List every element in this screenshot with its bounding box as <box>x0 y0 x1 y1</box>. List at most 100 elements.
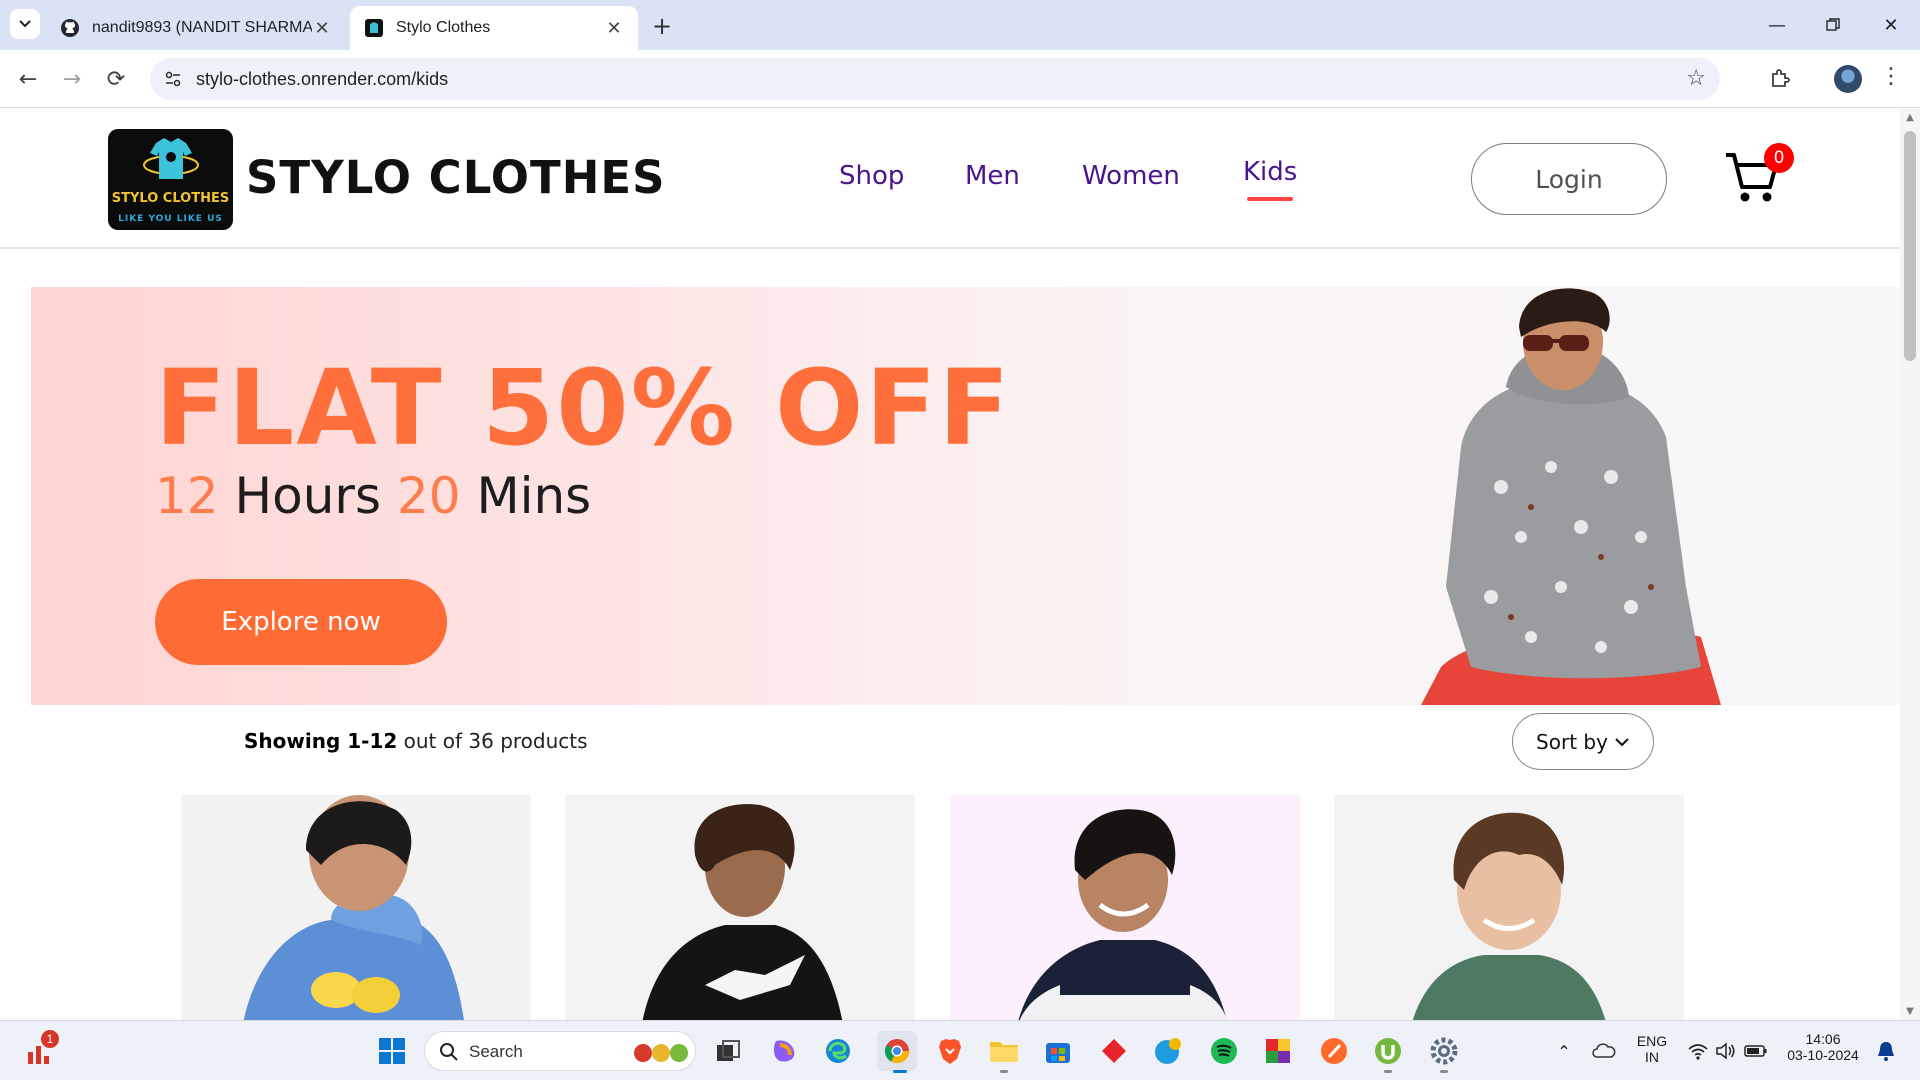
browser-menu-icon[interactable]: ⋮ <box>1880 64 1902 89</box>
product-card[interactable] <box>565 795 915 1020</box>
app-orange-icon[interactable] <box>1318 1035 1350 1067</box>
site-info-icon[interactable] <box>162 68 184 90</box>
sort-by-label: Sort by <box>1536 729 1608 754</box>
search-icon <box>440 1043 458 1061</box>
input-language[interactable]: ENG IN <box>1632 1033 1672 1065</box>
scrollbar-thumb[interactable] <box>1904 131 1916 361</box>
profile-avatar[interactable] <box>1834 65 1862 93</box>
logo-text: STYLO CLOTHES <box>111 191 230 206</box>
taskbar-search[interactable]: Search <box>424 1031 696 1071</box>
forward-icon[interactable]: → <box>56 63 88 95</box>
onedrive-icon[interactable] <box>1588 1035 1620 1067</box>
close-icon[interactable]: ✕ <box>604 18 624 38</box>
bookmark-star-icon[interactable]: ☆ <box>1686 66 1706 91</box>
windows-taskbar: 1 Search ⌃ ENG IN 14:06 03-10-2024 <box>0 1020 1920 1080</box>
hero-kid-model-image <box>1421 288 1721 705</box>
nav-link-kids[interactable]: Kids <box>1243 157 1297 201</box>
product-image-kid-blue-hoodie <box>243 795 464 1020</box>
tab-github[interactable]: nandit9893 (NANDIT SHARMA) ✕ <box>46 6 346 50</box>
hero-title: FLAT 50% OFF <box>155 347 1012 469</box>
login-button[interactable]: Login <box>1471 143 1667 215</box>
utorrent-running-indicator <box>1384 1070 1392 1073</box>
product-card[interactable] <box>950 795 1300 1020</box>
product-image-kid-navy-white-hoodie <box>1018 809 1228 1020</box>
clock-time: 14:06 <box>1805 1031 1841 1047</box>
product-image-kid-green-sweatshirt <box>1412 812 1606 1020</box>
new-tab-button[interactable]: + <box>648 12 676 40</box>
countdown-mins-label: Mins <box>476 467 592 525</box>
product-card[interactable] <box>181 795 531 1020</box>
github-icon <box>60 18 80 38</box>
explore-now-button[interactable]: Explore now <box>155 579 447 665</box>
countdown-hours-label: Hours <box>234 467 382 525</box>
volume-icon[interactable] <box>1710 1035 1742 1067</box>
settings-running-indicator <box>1440 1070 1448 1073</box>
settings-gear-icon[interactable] <box>1428 1035 1460 1067</box>
logo-tagline: LIKE YOU LIKE US <box>118 214 223 224</box>
reload-icon[interactable]: ⟳ <box>100 63 132 95</box>
site-header: STYLO CLOTHES LIKE YOU LIKE US STYLO CLO… <box>0 109 1900 249</box>
countdown-hours: 12 <box>155 467 219 525</box>
close-icon[interactable]: ✕ <box>312 18 332 38</box>
nav-link-women[interactable]: Women <box>1082 161 1180 191</box>
tab-search-button[interactable] <box>10 9 40 39</box>
search-highlight-icon <box>634 1044 688 1062</box>
sort-by-dropdown[interactable]: Sort by <box>1512 713 1654 770</box>
notification-bell-icon[interactable] <box>1870 1035 1902 1067</box>
browser-toolbar: ← → ⟳ stylo-clothes.onrender.com/kids ☆ … <box>0 50 1920 108</box>
brave-icon[interactable] <box>934 1035 966 1067</box>
taskbar-search-label: Search <box>469 1042 523 1061</box>
hero-banner: FLAT 50% OFF 12 Hours 20 Mins Explore no… <box>31 287 1900 705</box>
app-blue-circle-icon[interactable] <box>1152 1035 1184 1067</box>
product-image-kid-black-hoodie <box>642 804 843 1020</box>
region-code: IN <box>1645 1049 1659 1065</box>
nav-link-men[interactable]: Men <box>965 161 1020 191</box>
stylo-favicon-icon <box>364 18 384 38</box>
nav-link-shop[interactable]: Shop <box>839 161 904 191</box>
app-multicolor-icon[interactable] <box>1262 1035 1294 1067</box>
hero-countdown: 12 Hours 20 Mins <box>155 467 591 525</box>
windows-start-icon[interactable] <box>376 1035 408 1067</box>
spotify-icon[interactable] <box>1208 1035 1240 1067</box>
web-page: STYLO CLOTHES LIKE YOU LIKE US STYLO CLO… <box>0 109 1900 1020</box>
results-count: Showing 1-12 out of 36 products <box>244 729 588 753</box>
ms-store-icon[interactable] <box>1042 1035 1074 1067</box>
chevron-up-icon[interactable]: ⌃ <box>1548 1035 1580 1067</box>
scroll-up-icon[interactable]: ▲ <box>1905 112 1915 123</box>
chrome-active-indicator <box>893 1070 907 1073</box>
edge-icon[interactable] <box>822 1035 854 1067</box>
site-logo[interactable]: STYLO CLOTHES LIKE YOU LIKE US <box>108 129 233 230</box>
utorrent-icon[interactable] <box>1372 1035 1404 1067</box>
product-card[interactable] <box>1334 795 1684 1020</box>
minimize-icon[interactable]: — <box>1762 10 1792 40</box>
page-scrollbar[interactable]: ▲ ▼ <box>1900 109 1920 1020</box>
restore-icon[interactable] <box>1818 10 1848 40</box>
app-red-diamond-icon[interactable] <box>1098 1035 1130 1067</box>
chevron-down-icon <box>1615 737 1629 746</box>
battery-icon[interactable] <box>1740 1035 1772 1067</box>
results-total: out of 36 products <box>403 729 588 753</box>
results-range: Showing 1-12 <box>244 729 398 753</box>
tab-stylo-clothes[interactable]: Stylo Clothes ✕ <box>350 6 638 50</box>
clock-date: 03-10-2024 <box>1787 1047 1859 1063</box>
back-icon[interactable]: ← <box>12 63 44 95</box>
language-code: ENG <box>1636 1033 1668 1049</box>
task-view-icon[interactable] <box>712 1035 744 1067</box>
system-clock[interactable]: 14:06 03-10-2024 <box>1778 1031 1868 1063</box>
chrome-icon[interactable] <box>877 1031 917 1071</box>
notification-badge: 1 <box>41 1030 59 1048</box>
url-text: stylo-clothes.onrender.com/kids <box>196 69 449 89</box>
file-explorer-icon[interactable] <box>988 1035 1020 1067</box>
copilot-icon[interactable] <box>768 1035 800 1067</box>
scroll-down-icon[interactable]: ▼ <box>1905 1006 1915 1017</box>
explorer-running-indicator <box>1000 1070 1008 1073</box>
tab-title: nandit9893 (NANDIT SHARMA) <box>92 19 312 36</box>
close-window-icon[interactable]: ✕ <box>1876 10 1906 40</box>
browser-tab-bar: nandit9893 (NANDIT SHARMA) ✕ Stylo Cloth… <box>0 0 1920 50</box>
cart-count-badge: 0 <box>1764 143 1794 173</box>
countdown-mins: 20 <box>396 467 461 525</box>
address-bar[interactable]: stylo-clothes.onrender.com/kids ☆ <box>150 58 1720 100</box>
extensions-icon[interactable] <box>1766 65 1794 93</box>
tshirt-logo-icon <box>143 138 199 179</box>
brand-name: STYLO CLOTHES <box>246 151 666 204</box>
